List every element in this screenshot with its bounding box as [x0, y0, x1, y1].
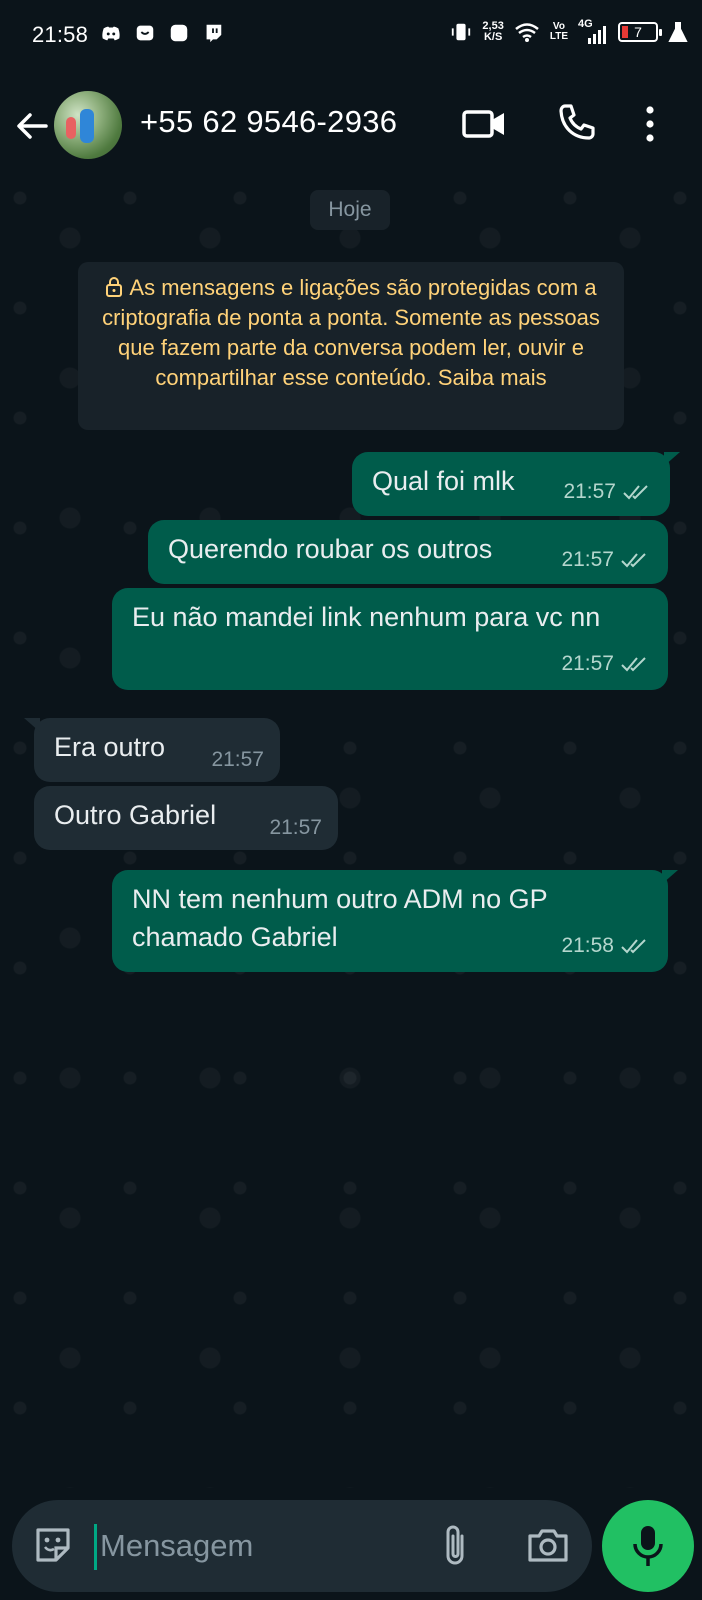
vibrate-icon [452, 23, 471, 41]
battery-fill [622, 26, 628, 38]
read-receipt-icon [621, 939, 646, 954]
voice-message-button[interactable] [602, 1500, 694, 1592]
outgoing-message[interactable]: Qual foi mlk 21:57 [352, 452, 680, 516]
encryption-notice-text: As mensagens e ligações são protegidas c… [102, 275, 600, 390]
contact-avatar[interactable] [54, 91, 122, 159]
message-time: 21:57 [269, 816, 322, 839]
emoji-sticker-icon[interactable] [32, 1524, 74, 1566]
incoming-message[interactable]: Outro Gabriel 21:57 [34, 786, 338, 850]
smile-app-icon [136, 25, 154, 41]
encryption-notice[interactable]: As mensagens e ligações são protegidas c… [78, 262, 624, 430]
message-text: Querendo roubar os outros [168, 534, 493, 564]
contact-name[interactable]: +55 62 9546-2936 [140, 104, 397, 140]
battery-cap [659, 29, 662, 36]
volte-indicator: Vo LTE [550, 22, 568, 42]
battery-level: 7 [634, 24, 642, 40]
message-meta: 21:57 [563, 480, 652, 504]
chat-header: +55 62 9546-2936 [0, 72, 702, 178]
microphone-icon [633, 1526, 663, 1566]
twitch-icon [206, 24, 222, 43]
voice-call-icon[interactable] [556, 102, 598, 144]
status-time: 21:58 [32, 22, 89, 47]
message-text: Era outro [54, 732, 166, 762]
message-meta: 21:58 [561, 934, 650, 958]
lock-icon [106, 277, 123, 297]
message-time: 21:57 [211, 748, 264, 771]
volte-bottom: LTE [549, 31, 568, 42]
network-speed-unit: K/S [483, 31, 503, 43]
message-meta: 21:57 [561, 548, 650, 572]
network-speed: 2,53 K/S [482, 21, 503, 43]
message-time: 21:57 [563, 480, 616, 503]
message-time: 21:57 [561, 548, 614, 571]
read-receipt-icon [623, 485, 648, 500]
message-text: Qual foi mlk [372, 466, 515, 496]
text-cursor [94, 1524, 97, 1570]
read-receipt-icon [621, 553, 646, 568]
read-receipt-icon [621, 657, 646, 672]
camera-icon[interactable] [526, 1524, 570, 1564]
back-arrow-icon[interactable] [14, 108, 50, 144]
battery-indicator: 7 [618, 22, 662, 42]
discord-icon [102, 26, 120, 41]
system-indicators: 2,53 K/S Vo LTE 4G 7 [450, 18, 688, 44]
avatar-figure [80, 109, 94, 143]
flask-icon [668, 22, 688, 42]
square-app-icon [170, 24, 188, 42]
date-chip: Hoje [310, 190, 390, 230]
attach-icon[interactable] [440, 1522, 470, 1568]
bubble-tail [24, 718, 40, 732]
message-meta: 21:57 [269, 816, 322, 840]
message-composer [12, 1500, 592, 1592]
video-call-icon[interactable] [462, 104, 506, 144]
incoming-message[interactable]: Era outro 21:57 [24, 718, 280, 782]
signal-bars-icon [588, 26, 606, 44]
outgoing-message[interactable]: Querendo roubar os outros 21:57 [148, 520, 668, 584]
wifi-icon [515, 23, 539, 42]
more-options-icon[interactable] [640, 104, 660, 144]
message-text: NN tem nenhum outro ADM no GP chamado Ga… [132, 884, 555, 952]
bubble-tail [664, 452, 680, 466]
message-time: 21:58 [561, 934, 614, 957]
message-meta: 21:57 [211, 748, 264, 772]
status-bar: 21:58 2,53 K/S Vo LTE 4G 7 [0, 0, 702, 72]
message-input[interactable] [100, 1522, 420, 1570]
notification-icons [100, 22, 224, 44]
outgoing-message[interactable]: Eu não mandei link nenhum para vc nn 21:… [112, 588, 668, 690]
message-text: Eu não mandei link nenhum para vc nn [132, 602, 601, 632]
bubble-tail [662, 870, 678, 884]
message-meta: 21:57 [561, 652, 650, 676]
message-time: 21:57 [561, 652, 614, 675]
chat-area[interactable]: Hoje As mensagens e ligações são protegi… [0, 178, 702, 1488]
signal-indicator: 4G [578, 18, 608, 44]
message-text: Outro Gabriel [54, 800, 217, 830]
avatar-figure [66, 117, 76, 139]
outgoing-message[interactable]: NN tem nenhum outro ADM no GP chamado Ga… [112, 870, 678, 972]
